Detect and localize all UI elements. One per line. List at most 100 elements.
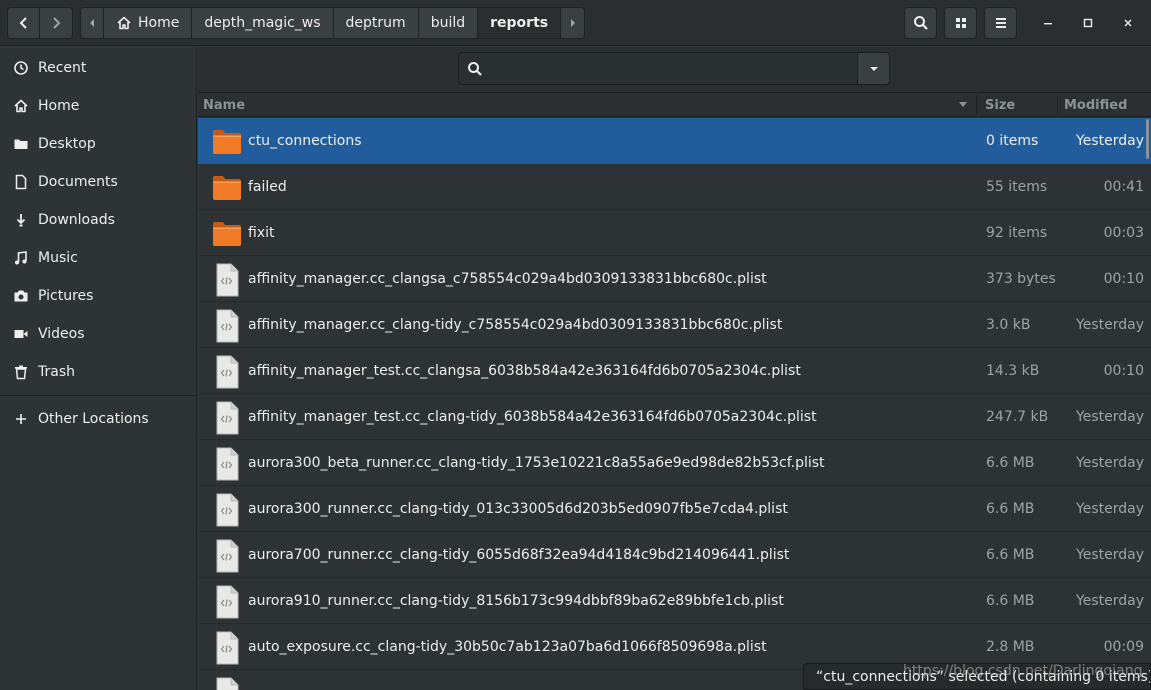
- search-options-button[interactable]: [857, 52, 890, 85]
- plist-file-icon: [212, 585, 242, 619]
- breadcrumb-depth-magic-ws[interactable]: depth_magic_ws: [192, 7, 334, 39]
- sidebar-item-desktop[interactable]: Desktop: [0, 126, 196, 162]
- sidebar-item-documents[interactable]: Documents: [0, 164, 196, 200]
- plus-icon: [16, 414, 26, 424]
- breadcrumb-scroll-right[interactable]: [561, 7, 586, 39]
- search-icon: [468, 61, 482, 76]
- file-row[interactable]: affinity_manager_test.cc_clangsa_6038b58…: [198, 348, 1151, 394]
- breadcrumb-label: Home: [138, 15, 180, 31]
- column-modified[interactable]: Modified: [1064, 93, 1151, 117]
- breadcrumb-label: reports: [490, 15, 549, 31]
- sidebar-item-pictures[interactable]: Pictures: [0, 278, 196, 314]
- search-icon: [913, 16, 928, 30]
- file-name: aurora700_runner.cc_clang-tidy_6055d68f3…: [248, 547, 790, 563]
- column-modified-label: Modified: [1064, 97, 1128, 113]
- column-divider: [976, 95, 977, 115]
- chevron-right-icon: [53, 17, 61, 29]
- trash-icon: [15, 365, 27, 380]
- maximize-icon: [1083, 18, 1093, 28]
- forward-button[interactable]: [40, 7, 73, 39]
- search-field[interactable]: [458, 52, 858, 85]
- file-row[interactable]: failed 55 items 00:41: [198, 164, 1151, 210]
- sidebar-item-label: Documents: [38, 174, 118, 190]
- file-name: aurora300_beta_runner.cc_clang-tidy_1753…: [248, 455, 825, 471]
- sidebar-item-label: Home: [38, 98, 80, 114]
- sidebar-item-videos[interactable]: Videos: [0, 316, 196, 352]
- column-size-label: Size: [985, 97, 1016, 113]
- header-bar: Home depth_magic_ws deptrum build report…: [0, 0, 1151, 46]
- file-modified: 00:41: [1103, 179, 1144, 195]
- file-row[interactable]: aurora700_runner.cc_clang-tidy_6055d68f3…: [198, 532, 1151, 578]
- file-modified: Yesterday: [1076, 593, 1144, 609]
- camera-icon: [14, 290, 28, 302]
- document-icon: [15, 174, 27, 190]
- file-row[interactable]: ctu_connections 0 items Yesterday: [198, 118, 1151, 164]
- file-name: aurora300_runner.cc_clang-tidy_013c33005…: [248, 501, 788, 517]
- close-button[interactable]: [1112, 7, 1144, 39]
- minimize-icon: [1044, 23, 1052, 25]
- column-size[interactable]: Size: [985, 93, 1055, 117]
- breadcrumb-label: build: [430, 15, 466, 31]
- search-input[interactable]: [491, 60, 841, 77]
- file-size: 92 items: [986, 225, 1048, 241]
- breadcrumb-build[interactable]: build: [418, 7, 479, 39]
- sidebar-item-label: Desktop: [38, 136, 96, 152]
- column-name[interactable]: Name: [203, 93, 973, 117]
- plist-file-icon: [212, 355, 242, 389]
- sidebar-item-label: Recent: [38, 60, 87, 76]
- sidebar-item-home[interactable]: Home: [0, 88, 196, 124]
- file-row[interactable]: affinity_manager.cc_clang-tidy_c758554c0…: [198, 302, 1151, 348]
- file-row[interactable]: affinity_manager.cc_clangsa_c758554c029a…: [198, 256, 1151, 302]
- scrollbar[interactable]: [1146, 119, 1149, 159]
- file-size: 55 items: [986, 179, 1048, 195]
- music-icon: [15, 251, 27, 265]
- sidebar-item-label: Downloads: [38, 212, 115, 228]
- menu-button[interactable]: [984, 7, 1017, 39]
- chevron-left-icon: [19, 17, 27, 29]
- file-row[interactable]: affinity_manager_test.cc_clang-tidy_6038…: [198, 394, 1151, 440]
- breadcrumb-scroll-left[interactable]: [80, 7, 104, 39]
- column-header: Name Size Modified: [198, 93, 1151, 117]
- file-modified: 00:03: [1103, 225, 1144, 241]
- file-name: affinity_manager.cc_clangsa_c758554c029a…: [248, 271, 767, 287]
- breadcrumb-reports[interactable]: reports: [478, 7, 562, 39]
- sidebar-item-label: Music: [38, 250, 78, 266]
- breadcrumb-label: deptrum: [345, 15, 406, 31]
- breadcrumb-home[interactable]: Home: [104, 7, 193, 39]
- file-size: 14.3 kB: [986, 363, 1040, 379]
- file-modified: 00:10: [1103, 271, 1144, 287]
- file-row[interactable]: aurora300_runner.cc_clang-tidy_013c33005…: [198, 486, 1151, 532]
- status-text: “ctu_connections” selected (containing 0…: [816, 668, 1151, 685]
- sidebar-item-downloads[interactable]: Downloads: [0, 202, 196, 238]
- home-icon: [117, 16, 131, 30]
- file-name: auto_exposure.cc_clang-tidy_30b50c7ab123…: [248, 639, 767, 655]
- file-row[interactable]: aurora300_beta_runner.cc_clang-tidy_1753…: [198, 440, 1151, 486]
- folder-icon: [212, 129, 242, 155]
- sidebar-item-other-locations[interactable]: Other Locations: [0, 401, 196, 437]
- breadcrumb: Home depth_magic_ws deptrum build report…: [80, 7, 586, 39]
- file-modified: Yesterday: [1076, 409, 1144, 425]
- file-size: 6.6 MB: [986, 593, 1035, 609]
- breadcrumb-label: depth_magic_ws: [204, 15, 321, 31]
- sidebar-item-recent[interactable]: Recent: [0, 50, 196, 86]
- breadcrumb-deptrum[interactable]: deptrum: [333, 7, 419, 39]
- file-size: 0 items: [986, 133, 1039, 149]
- view-toggle-button[interactable]: [944, 7, 977, 39]
- triangle-left-icon: [90, 19, 94, 27]
- file-row[interactable]: fixit 92 items 00:03: [198, 210, 1151, 256]
- sidebar-item-music[interactable]: Music: [0, 240, 196, 276]
- file-modified: Yesterday: [1076, 133, 1144, 149]
- sidebar-item-trash[interactable]: Trash: [0, 354, 196, 390]
- minimize-button[interactable]: [1032, 7, 1064, 39]
- column-name-label: Name: [203, 97, 246, 113]
- folder-icon: [14, 139, 28, 149]
- back-button[interactable]: [7, 7, 40, 39]
- plist-file-icon: [212, 447, 242, 481]
- search-button[interactable]: [904, 7, 937, 39]
- plist-file-icon: [212, 263, 242, 297]
- file-size: 6.6 MB: [986, 501, 1035, 517]
- plist-file-icon: [212, 309, 242, 343]
- maximize-button[interactable]: [1072, 7, 1104, 39]
- file-list: ctu_connections 0 items Yesterday failed 55 …: [198, 118, 1151, 690]
- file-row[interactable]: aurora910_runner.cc_clang-tidy_8156b173c…: [198, 578, 1151, 624]
